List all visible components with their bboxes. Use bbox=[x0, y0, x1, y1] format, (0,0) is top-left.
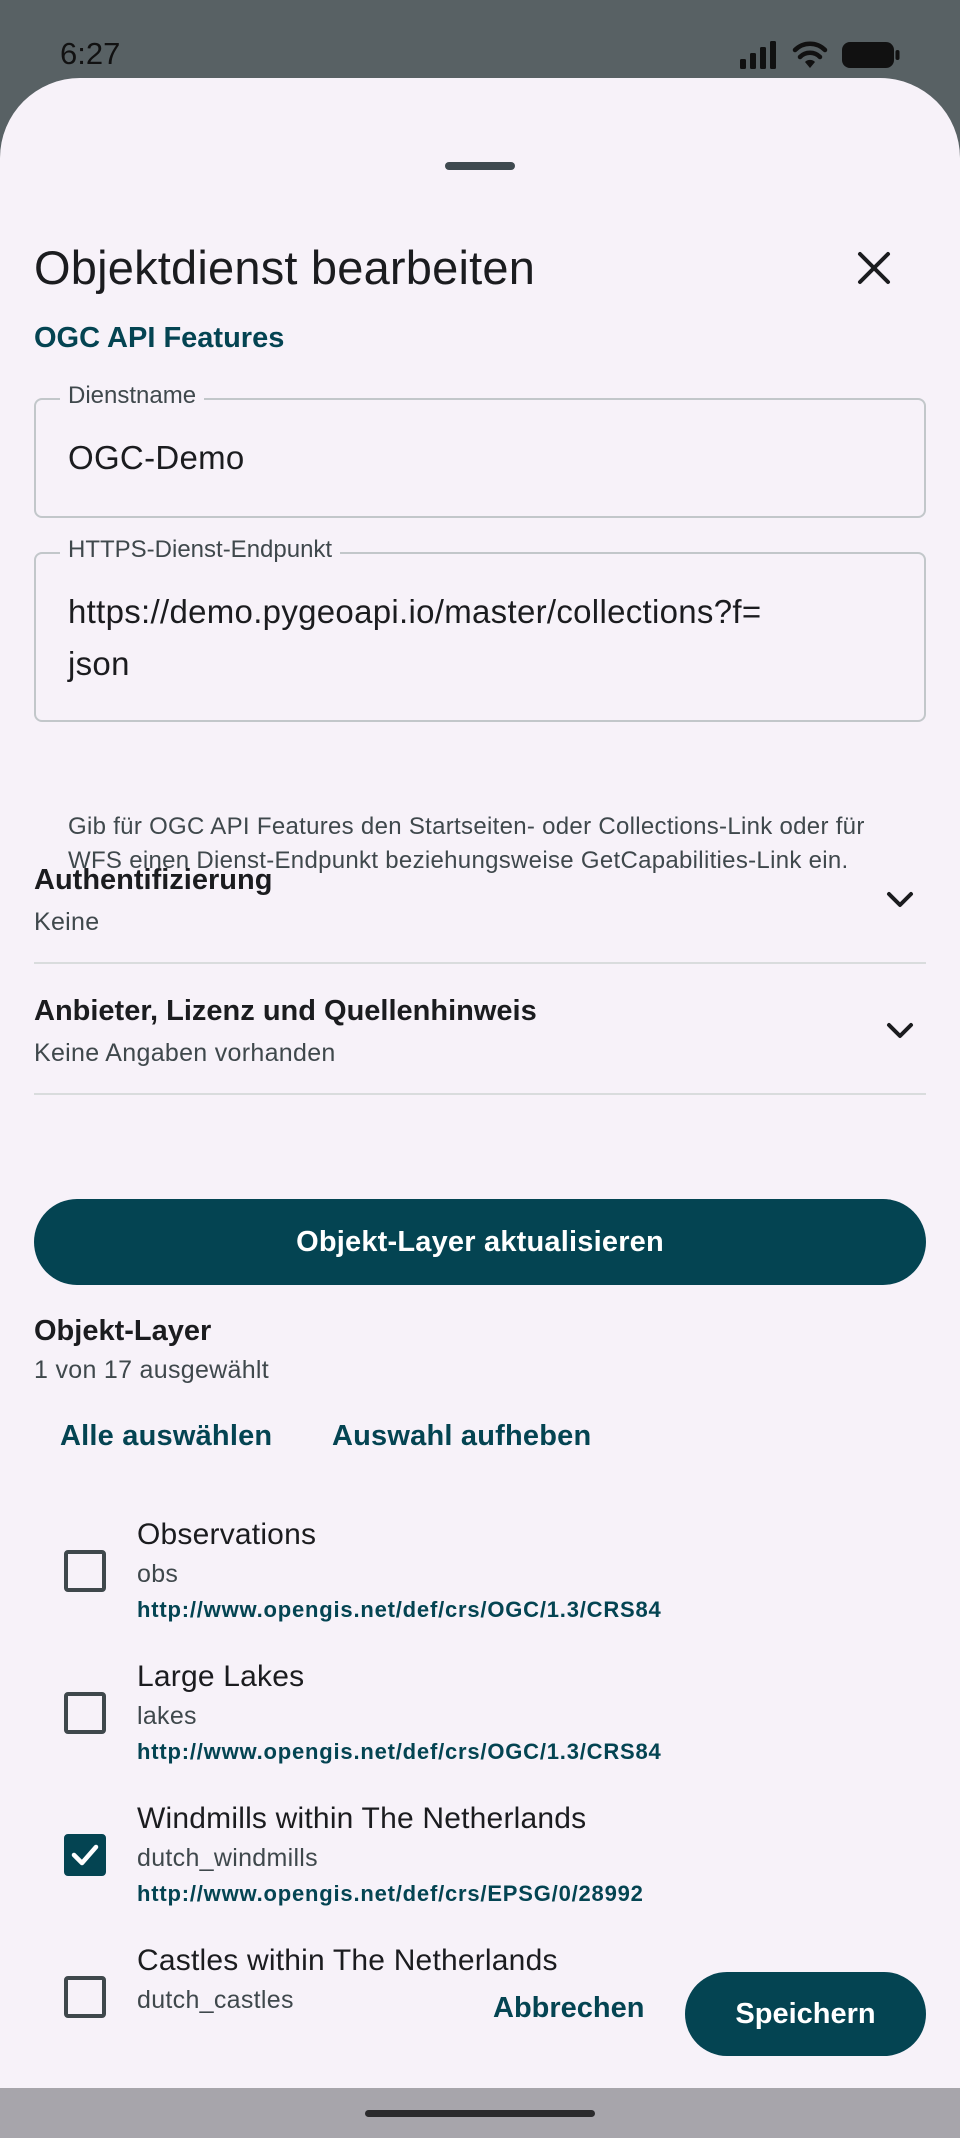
divider bbox=[34, 1093, 926, 1095]
layer-checkbox-checked[interactable] bbox=[64, 1834, 106, 1876]
status-time: 6:27 bbox=[60, 36, 121, 71]
layer-id: dutch_castles bbox=[137, 1986, 294, 2014]
layer-item-observations[interactable]: Observations obs http://www.opengis.net/… bbox=[34, 1518, 926, 1658]
layer-name: Large Lakes bbox=[137, 1660, 305, 1693]
endpoint-value-line1: https://demo.pygeoapi.io/master/collecti… bbox=[68, 593, 762, 630]
provider-expander[interactable]: Anbieter, Lizenz und Quellenhinweis Kein… bbox=[34, 995, 926, 1095]
layer-checkbox[interactable] bbox=[64, 1976, 106, 2018]
layer-id: dutch_windmills bbox=[137, 1844, 318, 1872]
status-bar: 6:27 bbox=[0, 0, 960, 80]
chevron-down-icon bbox=[887, 892, 913, 907]
navigation-bar bbox=[0, 2088, 960, 2138]
refresh-layers-button[interactable]: Objekt-Layer aktualisieren bbox=[34, 1199, 926, 1285]
service-type: OGC API Features bbox=[34, 322, 285, 354]
service-name-field[interactable]: Dienstname OGC-Demo bbox=[34, 382, 926, 518]
endpoint-field[interactable]: HTTPS-Dienst-Endpunkt https://demo.pygeo… bbox=[34, 536, 926, 722]
service-name-value: OGC-Demo bbox=[68, 439, 245, 476]
select-all-button[interactable]: Alle auswählen bbox=[60, 1420, 272, 1453]
layers-section-title: Objekt-Layer bbox=[34, 1315, 212, 1347]
status-icons bbox=[740, 38, 900, 72]
layer-crs: http://www.opengis.net/def/crs/EPSG/0/28… bbox=[137, 1881, 644, 1906]
provider-value: Keine Angaben vorhanden bbox=[34, 1039, 336, 1067]
divider bbox=[34, 962, 926, 964]
layers-selection-count: 1 von 17 ausgewählt bbox=[34, 1356, 270, 1384]
battery-icon bbox=[842, 42, 900, 68]
layer-name: Windmills within The Netherlands bbox=[137, 1802, 587, 1835]
provider-title: Anbieter, Lizenz und Quellenhinweis bbox=[34, 995, 537, 1027]
layer-id: lakes bbox=[137, 1702, 197, 1730]
chevron-down-icon bbox=[887, 1023, 913, 1038]
layer-name: Castles within The Netherlands bbox=[137, 1944, 558, 1977]
wifi-icon bbox=[792, 41, 828, 68]
layer-crs: http://www.opengis.net/def/crs/OGC/1.3/C… bbox=[137, 1739, 662, 1764]
home-indicator[interactable] bbox=[365, 2110, 595, 2117]
signal-icon bbox=[740, 41, 776, 69]
layer-id: obs bbox=[137, 1560, 179, 1588]
endpoint-value-line2: json bbox=[68, 645, 130, 682]
layer-item-large-lakes[interactable]: Large Lakes lakes http://www.opengis.net… bbox=[34, 1660, 926, 1800]
save-button[interactable]: Speichern bbox=[685, 1972, 926, 2056]
layer-checkbox[interactable] bbox=[64, 1550, 106, 1592]
close-icon bbox=[858, 252, 890, 284]
service-name-label: Dienstname bbox=[60, 382, 205, 410]
deselect-all-button[interactable]: Auswahl aufheben bbox=[332, 1420, 591, 1453]
layer-checkbox[interactable] bbox=[64, 1692, 106, 1734]
layer-crs: http://www.opengis.net/def/crs/OGC/1.3/C… bbox=[137, 1597, 662, 1622]
auth-value: Keine bbox=[34, 908, 100, 936]
dialog-title: Objektdienst bearbeiten bbox=[34, 241, 536, 294]
auth-expander[interactable]: Authentifizierung Keine bbox=[34, 864, 926, 964]
endpoint-label: HTTPS-Dienst-Endpunkt bbox=[60, 536, 341, 564]
layer-item-dutch-windmills[interactable]: Windmills within The Netherlands dutch_w… bbox=[34, 1802, 926, 1942]
drag-handle[interactable] bbox=[445, 162, 515, 170]
close-button[interactable] bbox=[850, 244, 898, 292]
auth-title: Authentifizierung bbox=[34, 864, 273, 896]
layer-name: Observations bbox=[137, 1518, 317, 1551]
cancel-button[interactable]: Abbrechen bbox=[493, 1992, 644, 2025]
check-icon bbox=[71, 1844, 99, 1866]
bottom-sheet-dialog: Objektdienst bearbeiten OGC API Features… bbox=[0, 78, 960, 2088]
